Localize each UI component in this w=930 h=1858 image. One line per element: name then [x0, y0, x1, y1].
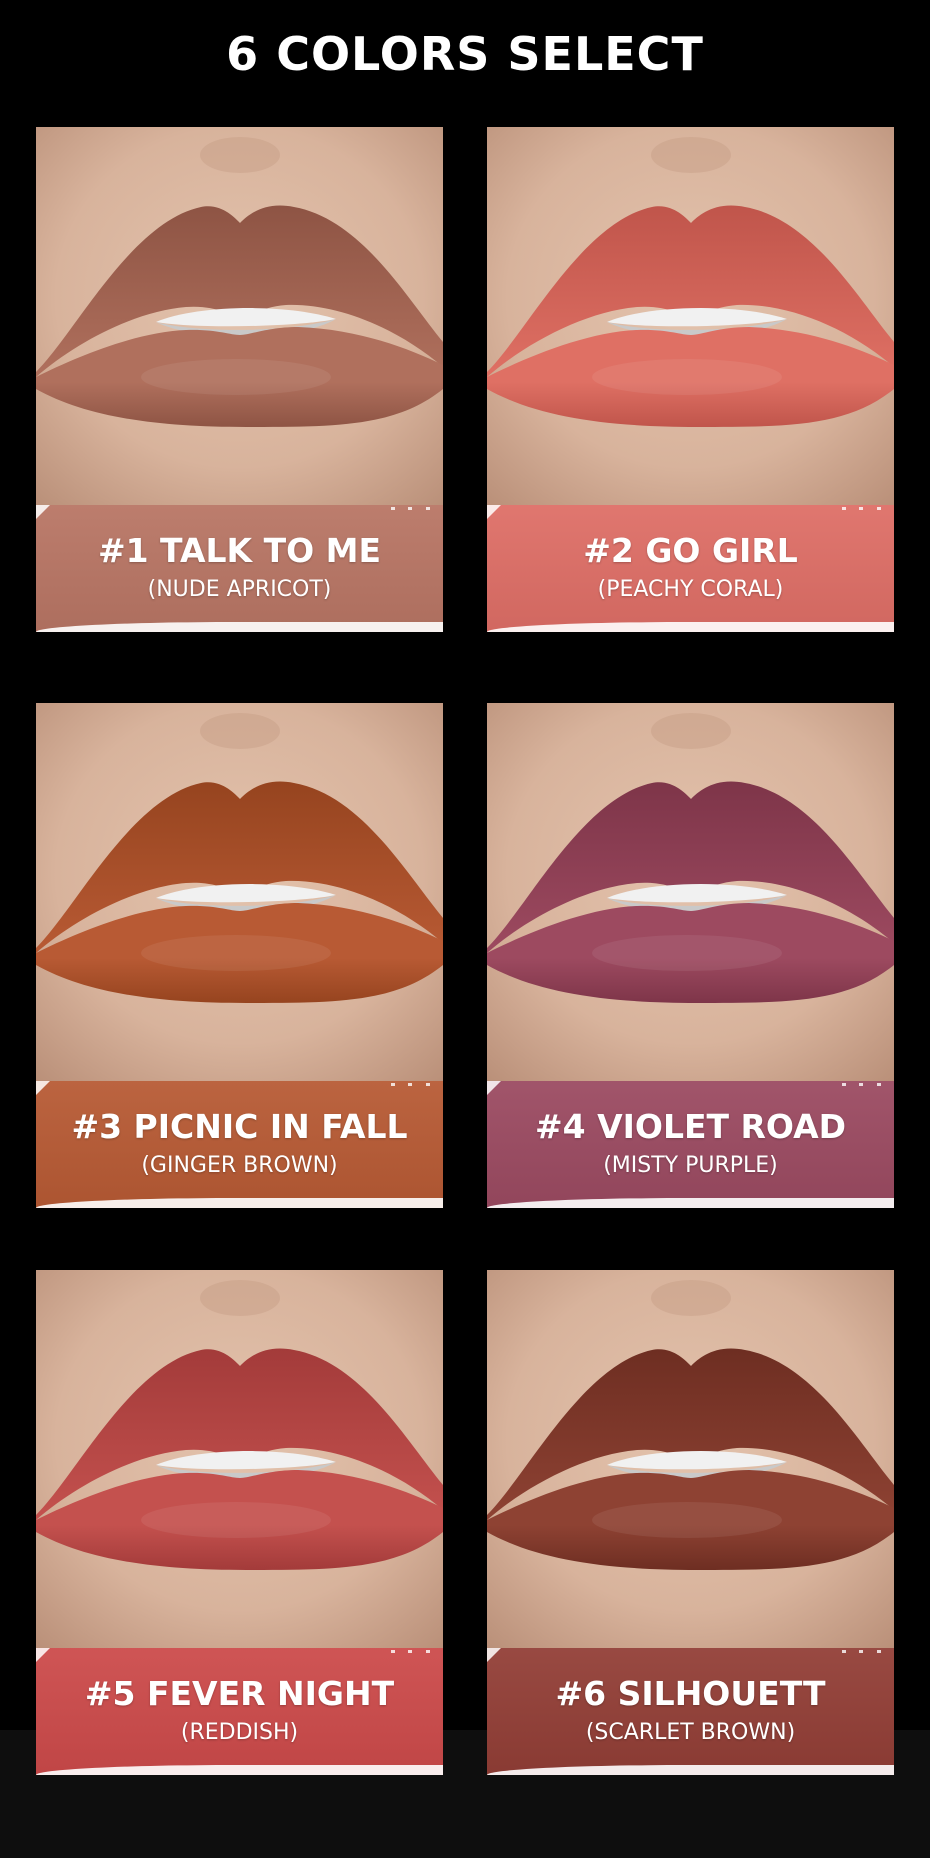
- swatch-edge-curve: [487, 1198, 894, 1208]
- swatch-fleck: [408, 1650, 412, 1653]
- shade-card[interactable]: #5 FEVER NIGHT (REDDISH): [36, 1270, 443, 1775]
- swatch-edge-curve: [36, 1198, 443, 1208]
- shade-label-band: #1 TALK TO ME (NUDE APRICOT): [36, 505, 443, 632]
- swatch-edge-mark: [487, 1648, 501, 1662]
- swatch-fleck: [426, 507, 430, 510]
- lips-photo: [487, 1270, 894, 1648]
- swatch-fleck: [842, 1650, 846, 1653]
- shade-label-band: #2 GO GIRL (PEACHY CORAL): [487, 505, 894, 632]
- shade-label-band: #4 VIOLET ROAD (MISTY PURPLE): [487, 1081, 894, 1208]
- lips-photo: [487, 127, 894, 505]
- lips-photo: [36, 127, 443, 505]
- shade-photo: [36, 1270, 443, 1648]
- shade-card[interactable]: #2 GO GIRL (PEACHY CORAL): [487, 127, 894, 632]
- shade-label-band: #6 SILHOUETT (SCARLET BROWN): [487, 1648, 894, 1775]
- lips-photo: [36, 1270, 443, 1648]
- swatch-edge-mark: [36, 1648, 50, 1662]
- shade-name: #3 PICNIC IN FALL: [71, 1107, 408, 1146]
- swatch-fleck: [391, 1083, 395, 1086]
- shade-name: #1 TALK TO ME: [97, 531, 382, 570]
- lips-photo: [36, 703, 443, 1081]
- shade-photo: [36, 127, 443, 505]
- swatch-edge-curve: [487, 1765, 894, 1775]
- lips-photo: [487, 703, 894, 1081]
- shade-description: (PEACHY CORAL): [597, 577, 784, 602]
- shade-name: #4 VIOLET ROAD: [534, 1107, 847, 1146]
- shade-photo: [487, 127, 894, 505]
- shade-card[interactable]: #3 PICNIC IN FALL (GINGER BROWN): [36, 703, 443, 1208]
- swatch-fleck: [842, 1083, 846, 1086]
- swatch-fleck: [877, 1083, 881, 1086]
- shade-description: (REDDISH): [180, 1720, 299, 1745]
- swatch-fleck: [408, 507, 412, 510]
- swatch-fleck: [859, 1650, 863, 1653]
- swatch-fleck: [877, 1650, 881, 1653]
- swatch-fleck: [391, 507, 395, 510]
- swatch-fleck: [859, 507, 863, 510]
- swatch-fleck: [842, 507, 846, 510]
- swatch-edge-mark: [487, 1081, 501, 1095]
- shade-photo: [487, 703, 894, 1081]
- shade-description: (MISTY PURPLE): [603, 1153, 778, 1178]
- shade-description: (NUDE APRICOT): [147, 577, 332, 602]
- swatch-fleck: [391, 1650, 395, 1653]
- swatch-edge-mark: [36, 505, 50, 519]
- page-title: 6 COLORS SELECT: [226, 27, 704, 81]
- shade-photo: [487, 1270, 894, 1648]
- shade-photo: [36, 703, 443, 1081]
- swatch-edge-curve: [36, 1765, 443, 1775]
- shade-card[interactable]: #4 VIOLET ROAD (MISTY PURPLE): [487, 703, 894, 1208]
- swatch-edge-mark: [487, 505, 501, 519]
- shade-description: (SCARLET BROWN): [585, 1720, 796, 1745]
- swatch-fleck: [426, 1083, 430, 1086]
- swatch-fleck: [426, 1650, 430, 1653]
- shade-name: #6 SILHOUETT: [555, 1674, 826, 1713]
- shade-label-band: #5 FEVER NIGHT (REDDISH): [36, 1648, 443, 1775]
- shade-label-band: #3 PICNIC IN FALL (GINGER BROWN): [36, 1081, 443, 1208]
- shade-card[interactable]: #1 TALK TO ME (NUDE APRICOT): [36, 127, 443, 632]
- shade-card[interactable]: #6 SILHOUETT (SCARLET BROWN): [487, 1270, 894, 1775]
- shade-name: #2 GO GIRL: [583, 531, 798, 570]
- swatch-edge-curve: [487, 622, 894, 632]
- swatch-edge-curve: [36, 622, 443, 632]
- swatch-fleck: [859, 1083, 863, 1086]
- swatch-fleck: [877, 507, 881, 510]
- swatch-edge-mark: [36, 1081, 50, 1095]
- swatch-fleck: [408, 1083, 412, 1086]
- shade-description: (GINGER BROWN): [141, 1153, 338, 1178]
- shade-name: #5 FEVER NIGHT: [84, 1674, 395, 1713]
